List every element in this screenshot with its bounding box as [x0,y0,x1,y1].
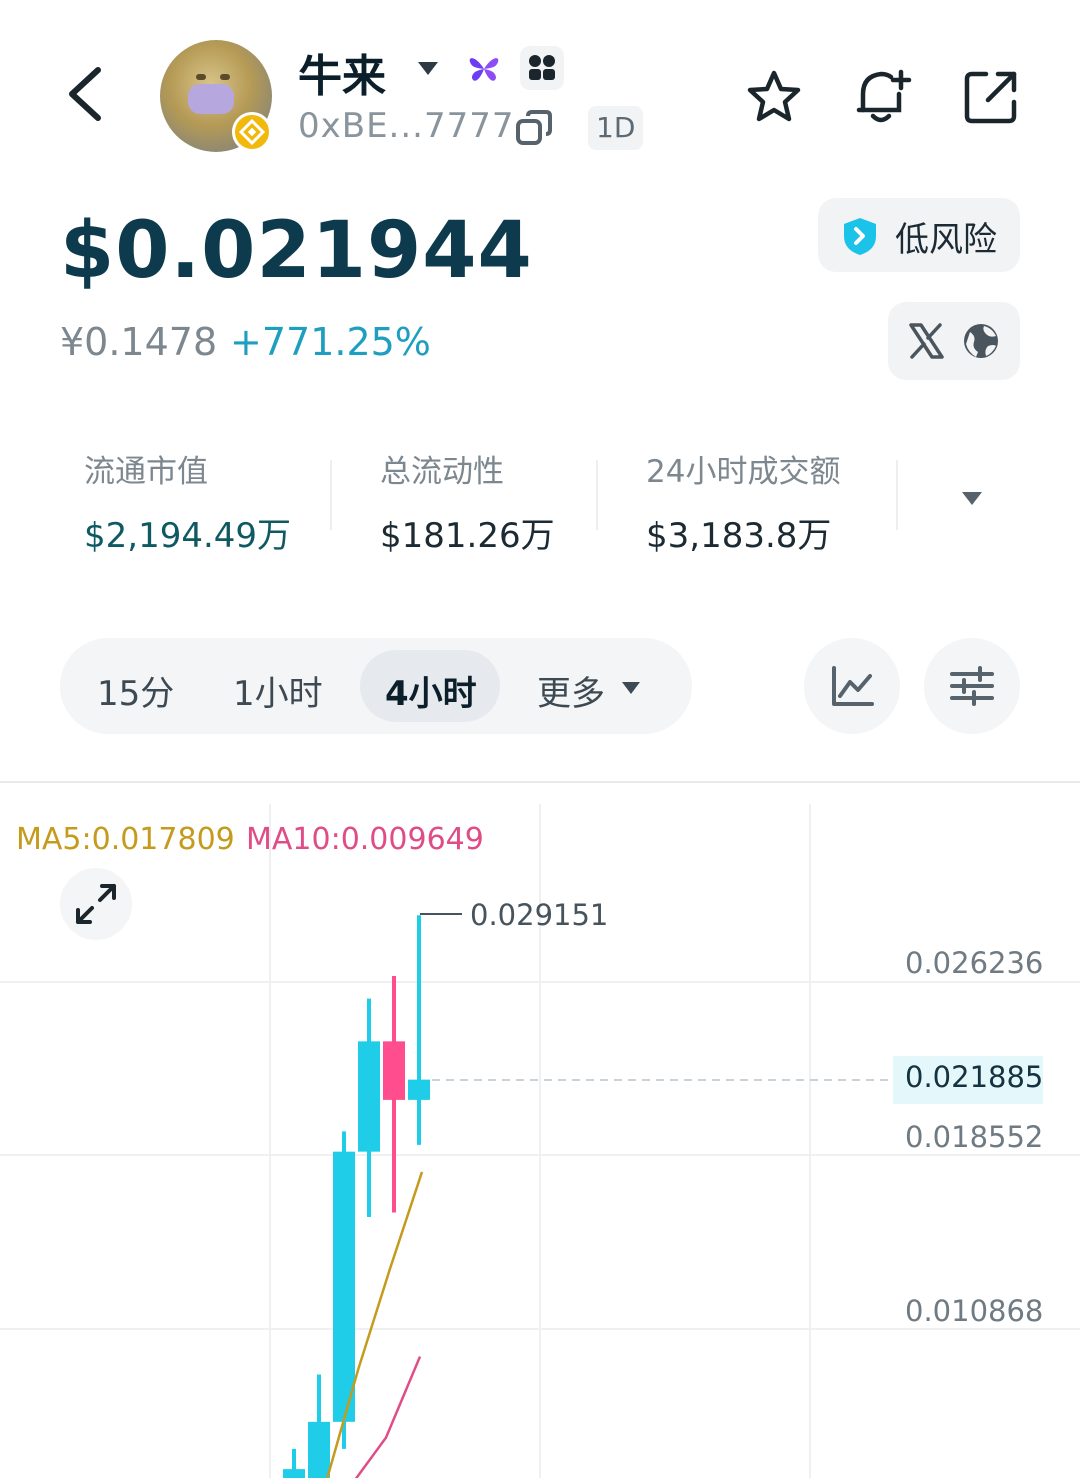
tab-1h[interactable]: 1小时 [233,666,323,715]
period-badge: 1D [588,106,644,150]
token-name[interactable]: 牛来 [298,40,386,104]
line-chart-icon [832,666,874,706]
share-icon[interactable] [962,68,1020,126]
candle-body[interactable] [408,1079,430,1100]
stat-value-market-cap: $2,194.49万 [84,516,292,556]
shield-icon [842,216,878,256]
price-change: +771.25% [230,320,431,364]
candle-body[interactable] [308,1421,330,1478]
candle-body[interactable] [383,1041,405,1100]
x-twitter-icon[interactable] [908,322,944,360]
expand-icon [76,884,116,924]
chart-settings-button[interactable] [924,638,1020,734]
avatar-mask [188,84,234,114]
stat-value-liquidity: $181.26万 [380,516,555,556]
candle-body[interactable] [358,1041,380,1152]
y-axis-label: 0.018552 [905,1120,1044,1154]
chevron-down-icon[interactable] [418,62,438,75]
avatar-eye [220,74,230,80]
price-cny: ¥0.1478 [60,320,218,364]
copy-icon[interactable] [514,108,554,148]
candle-body[interactable] [283,1469,305,1478]
risk-label: 低风险 [895,220,997,260]
y-axis-label: 0.026236 [905,946,1044,980]
stat-divider [896,460,898,530]
ma10-line [354,1356,422,1478]
current-price-label: 0.021885 [905,1060,1044,1094]
back-button[interactable] [62,62,118,126]
stat-label-market-cap: 流通市值 [84,454,208,490]
ma10-legend: MA10:0.009649 [246,822,484,857]
butterfly-icon[interactable] [466,52,502,86]
chevron-left-icon [69,67,101,121]
stats-expand-icon[interactable] [962,492,982,505]
avatar-eye [196,74,206,80]
stat-label-liquidity: 总流动性 [380,454,504,490]
ma5-legend: MA5:0.017809 [16,822,235,857]
stat-value-volume-24h: $3,183.8万 [646,516,832,556]
stat-divider [596,460,598,530]
chart-type-button[interactable] [804,638,900,734]
sliders-icon [950,666,994,706]
stat-divider [330,460,332,530]
bell-add-icon[interactable] [853,66,913,128]
expand-chart-button[interactable] [60,868,132,940]
stat-label-volume-24h: 24小时成交额 [646,454,841,490]
chevron-down-icon[interactable] [622,682,640,694]
candle-body[interactable] [333,1151,355,1422]
high-price-label: 0.029151 [470,898,609,932]
tab-more[interactable]: 更多 [537,666,605,715]
tab-15m[interactable]: 15分 [97,666,174,715]
bnb-chain-icon [232,112,272,152]
tab-4h[interactable]: 4小时 [385,666,477,715]
apps-icon[interactable] [520,46,564,90]
contract-address: 0xBE...7777 [298,106,515,146]
price-usd: $0.021944 [60,206,533,296]
section-divider [0,781,1080,783]
globe-icon[interactable] [962,322,1000,360]
star-icon[interactable] [745,68,803,126]
y-axis-label: 0.010868 [905,1294,1044,1328]
